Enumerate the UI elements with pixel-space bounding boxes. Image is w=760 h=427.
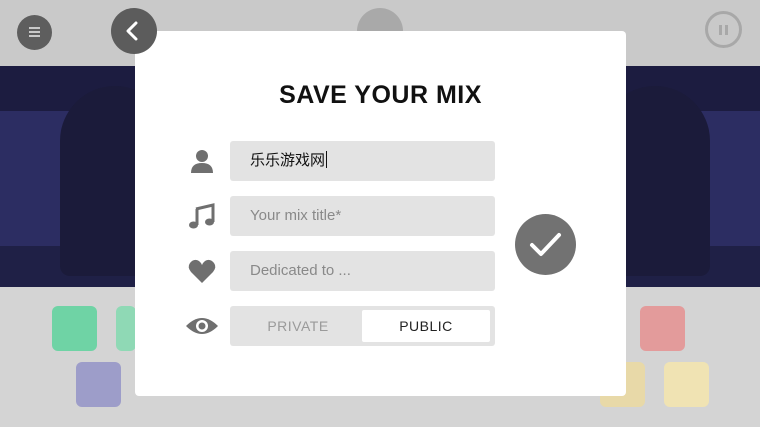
mix-title-placeholder: Your mix title*	[250, 207, 342, 224]
back-button[interactable]	[111, 8, 157, 54]
public-option[interactable]: PUBLIC	[362, 310, 490, 342]
sound-tile[interactable]	[52, 306, 97, 351]
sound-tile[interactable]	[664, 362, 709, 407]
pause-button[interactable]	[705, 11, 742, 48]
sound-tile[interactable]	[640, 306, 685, 351]
checkmark-icon	[530, 233, 561, 256]
menu-icon	[29, 27, 40, 29]
text-caret	[326, 151, 328, 168]
heart-icon	[188, 259, 216, 283]
chevron-left-icon	[126, 21, 138, 41]
menu-icon-bar	[29, 35, 40, 37]
pause-icon	[719, 25, 722, 35]
dedicated-to-placeholder: Dedicated to ...	[250, 262, 351, 279]
visibility-toggle: PRIVATE PUBLIC	[230, 306, 495, 346]
name-field-value: 乐乐游戏网	[250, 152, 326, 169]
eye-icon	[186, 318, 218, 334]
save-mix-dialog: SAVE YOUR MIX 乐乐游戏网 Your mix title* Dedi…	[135, 31, 626, 396]
name-field[interactable]: 乐乐游戏网	[230, 141, 495, 181]
sound-tile[interactable]	[116, 306, 136, 351]
menu-icon-bar	[29, 31, 40, 33]
music-note-icon	[189, 203, 215, 229]
user-icon	[191, 150, 213, 173]
mix-title-field[interactable]: Your mix title*	[230, 196, 495, 236]
pause-icon-bar	[725, 25, 728, 35]
dialog-title: SAVE YOUR MIX	[279, 81, 482, 109]
private-option[interactable]: PRIVATE	[234, 310, 362, 342]
dedicated-to-field[interactable]: Dedicated to ...	[230, 251, 495, 291]
menu-button[interactable]	[17, 15, 52, 50]
sound-tile[interactable]	[76, 362, 121, 407]
confirm-button[interactable]	[515, 214, 576, 275]
